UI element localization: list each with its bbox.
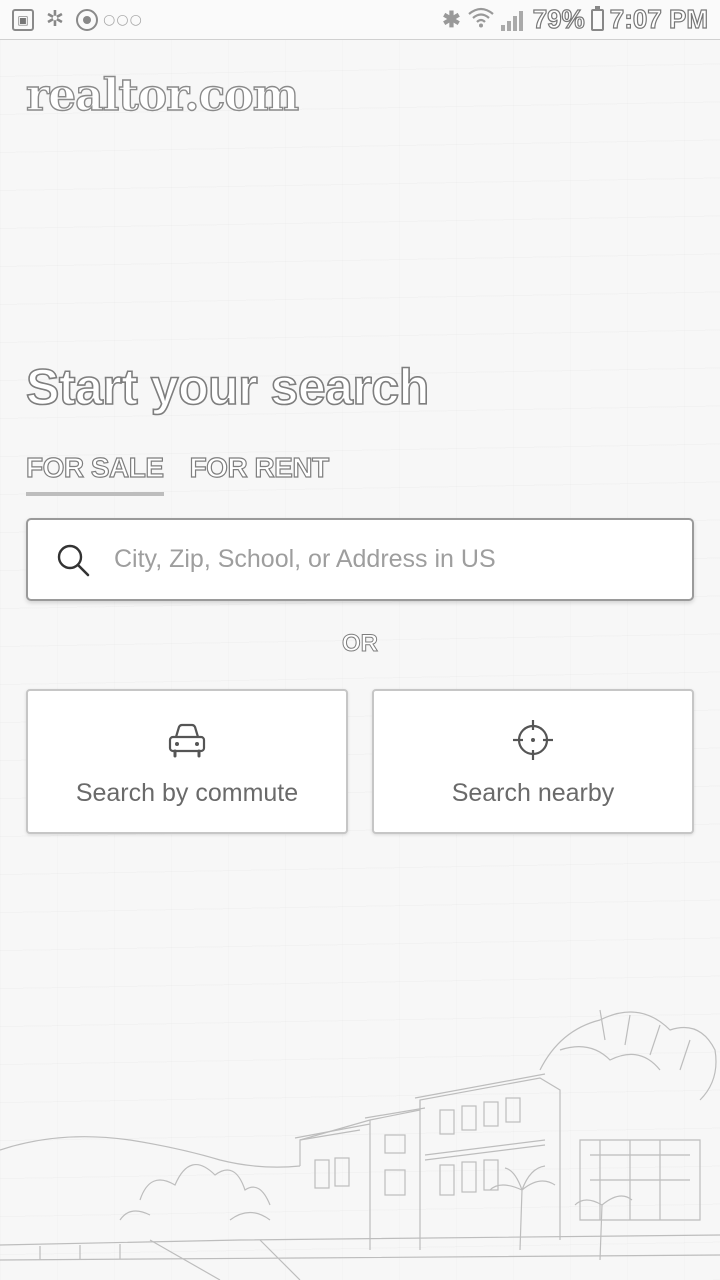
status-right: ✱ 79% 7:07 PM	[442, 3, 708, 35]
bluetooth-icon: ✱	[442, 6, 461, 32]
realtor-logo: realtor.com	[25, 69, 300, 121]
battery-icon	[590, 5, 604, 31]
signal-icon	[500, 9, 527, 31]
house-illustration	[0, 1009, 720, 1280]
status-bar: ▣ ✲ ○○○ ✱ 79% 7:07 PM	[0, 0, 720, 40]
crosshair-icon	[512, 719, 554, 761]
search-by-commute-label: Search by commute	[75, 779, 299, 807]
tab-for-sale[interactable]: FOR SALE	[25, 451, 165, 496]
photo-icon: ▣	[12, 8, 34, 31]
page-title: Start your search	[25, 358, 430, 416]
car-icon	[166, 719, 208, 761]
fan-icon: ✲	[45, 7, 65, 32]
search-nearby-button[interactable]: Search nearby	[372, 689, 694, 834]
more-dots-icon: ○○○	[103, 11, 143, 28]
or-divider: OR	[342, 630, 379, 658]
search-by-commute-button[interactable]: Search by commute	[26, 689, 348, 834]
tab-for-rent[interactable]: FOR RENT	[189, 451, 330, 496]
battery-percent: 79%	[532, 3, 585, 34]
status-left-icons: ▣ ✲ ○○○	[12, 7, 143, 32]
search-bar[interactable]	[26, 518, 694, 601]
target-icon	[76, 8, 98, 31]
wifi-icon	[467, 6, 495, 34]
clock: 7:07 PM	[609, 3, 708, 34]
search-input[interactable]	[112, 544, 676, 575]
listing-type-tabs: FOR SALE FOR RENT	[25, 451, 330, 496]
search-nearby-label: Search nearby	[451, 779, 615, 807]
search-icon	[56, 543, 90, 577]
